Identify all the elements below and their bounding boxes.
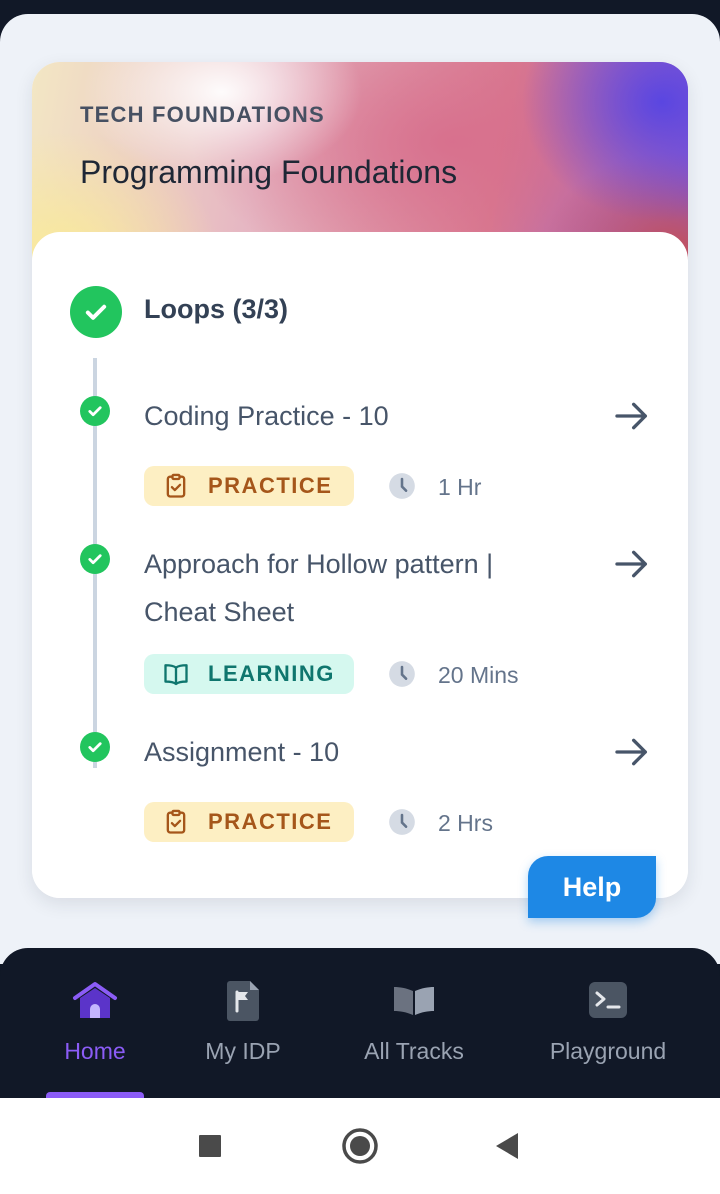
item-title-coding-practice[interactable]: Coding Practice - 10	[144, 392, 564, 440]
nav-item-home[interactable]: Home	[46, 976, 144, 1098]
item-complete-check-icon	[80, 732, 110, 762]
learning-badge: LEARNING	[144, 654, 354, 694]
practice-badge: PRACTICE	[144, 466, 354, 506]
badge-label: PRACTICE	[208, 809, 333, 834]
course-card: TECH FOUNDATIONS Programming Foundations…	[32, 62, 688, 898]
item-complete-check-icon	[80, 396, 110, 426]
nav-label-all-tracks: All Tracks	[364, 1038, 464, 1064]
system-nav-bar	[0, 1098, 720, 1194]
book-icon	[394, 987, 434, 1015]
screen-background: TECH FOUNDATIONS Programming Foundations…	[0, 14, 720, 964]
section-complete-check-icon	[70, 286, 122, 338]
clipboard-check-icon	[166, 809, 186, 834]
item-duration: 2 Hrs	[438, 810, 493, 836]
terminal-icon	[589, 982, 627, 1018]
nav-label-home: Home	[64, 1038, 126, 1064]
clipboard-check-icon	[166, 473, 186, 498]
course-title: Programming Foundations	[80, 154, 458, 190]
open-book-icon	[164, 664, 188, 686]
clock-icon	[389, 661, 415, 687]
item-title-assignment[interactable]: Assignment - 10	[144, 728, 564, 776]
home-circle-icon[interactable]	[340, 1126, 380, 1166]
bottom-nav: Home My IDP All Tracks Playground	[0, 948, 720, 1098]
arrow-right-icon[interactable]	[612, 544, 652, 584]
home-icon	[73, 982, 117, 1018]
flag-document-icon	[227, 981, 259, 1021]
track-label: TECH FOUNDATIONS	[80, 102, 325, 127]
arrow-right-icon[interactable]	[612, 396, 652, 436]
badge-label: LEARNING	[208, 661, 335, 686]
arrow-right-icon[interactable]	[612, 732, 652, 772]
nav-item-all-tracks[interactable]: All Tracks	[346, 976, 482, 1098]
item-duration: 20 Mins	[438, 662, 519, 688]
practice-badge: PRACTICE	[144, 802, 354, 842]
nav-item-playground[interactable]: Playground	[536, 976, 680, 1098]
clock-icon	[389, 809, 415, 835]
nav-label-my-idp: My IDP	[205, 1038, 281, 1064]
help-button[interactable]: Help	[528, 856, 656, 918]
nav-label-playground: Playground	[549, 1038, 667, 1064]
badge-label: PRACTICE	[208, 473, 333, 498]
course-content: Loops (3/3) Coding Practice - 10 PRACTIC…	[32, 232, 688, 898]
recents-square-icon[interactable]	[190, 1126, 230, 1166]
item-duration: 1 Hr	[438, 474, 482, 500]
item-title-hollow-pattern[interactable]: Approach for Hollow pattern | Cheat Shee…	[144, 540, 564, 636]
back-triangle-icon[interactable]	[488, 1126, 528, 1166]
clock-icon	[389, 473, 415, 499]
nav-item-my-idp[interactable]: My IDP	[194, 976, 292, 1098]
item-complete-check-icon	[80, 544, 110, 574]
section-title: Loops (3/3)	[144, 294, 289, 324]
